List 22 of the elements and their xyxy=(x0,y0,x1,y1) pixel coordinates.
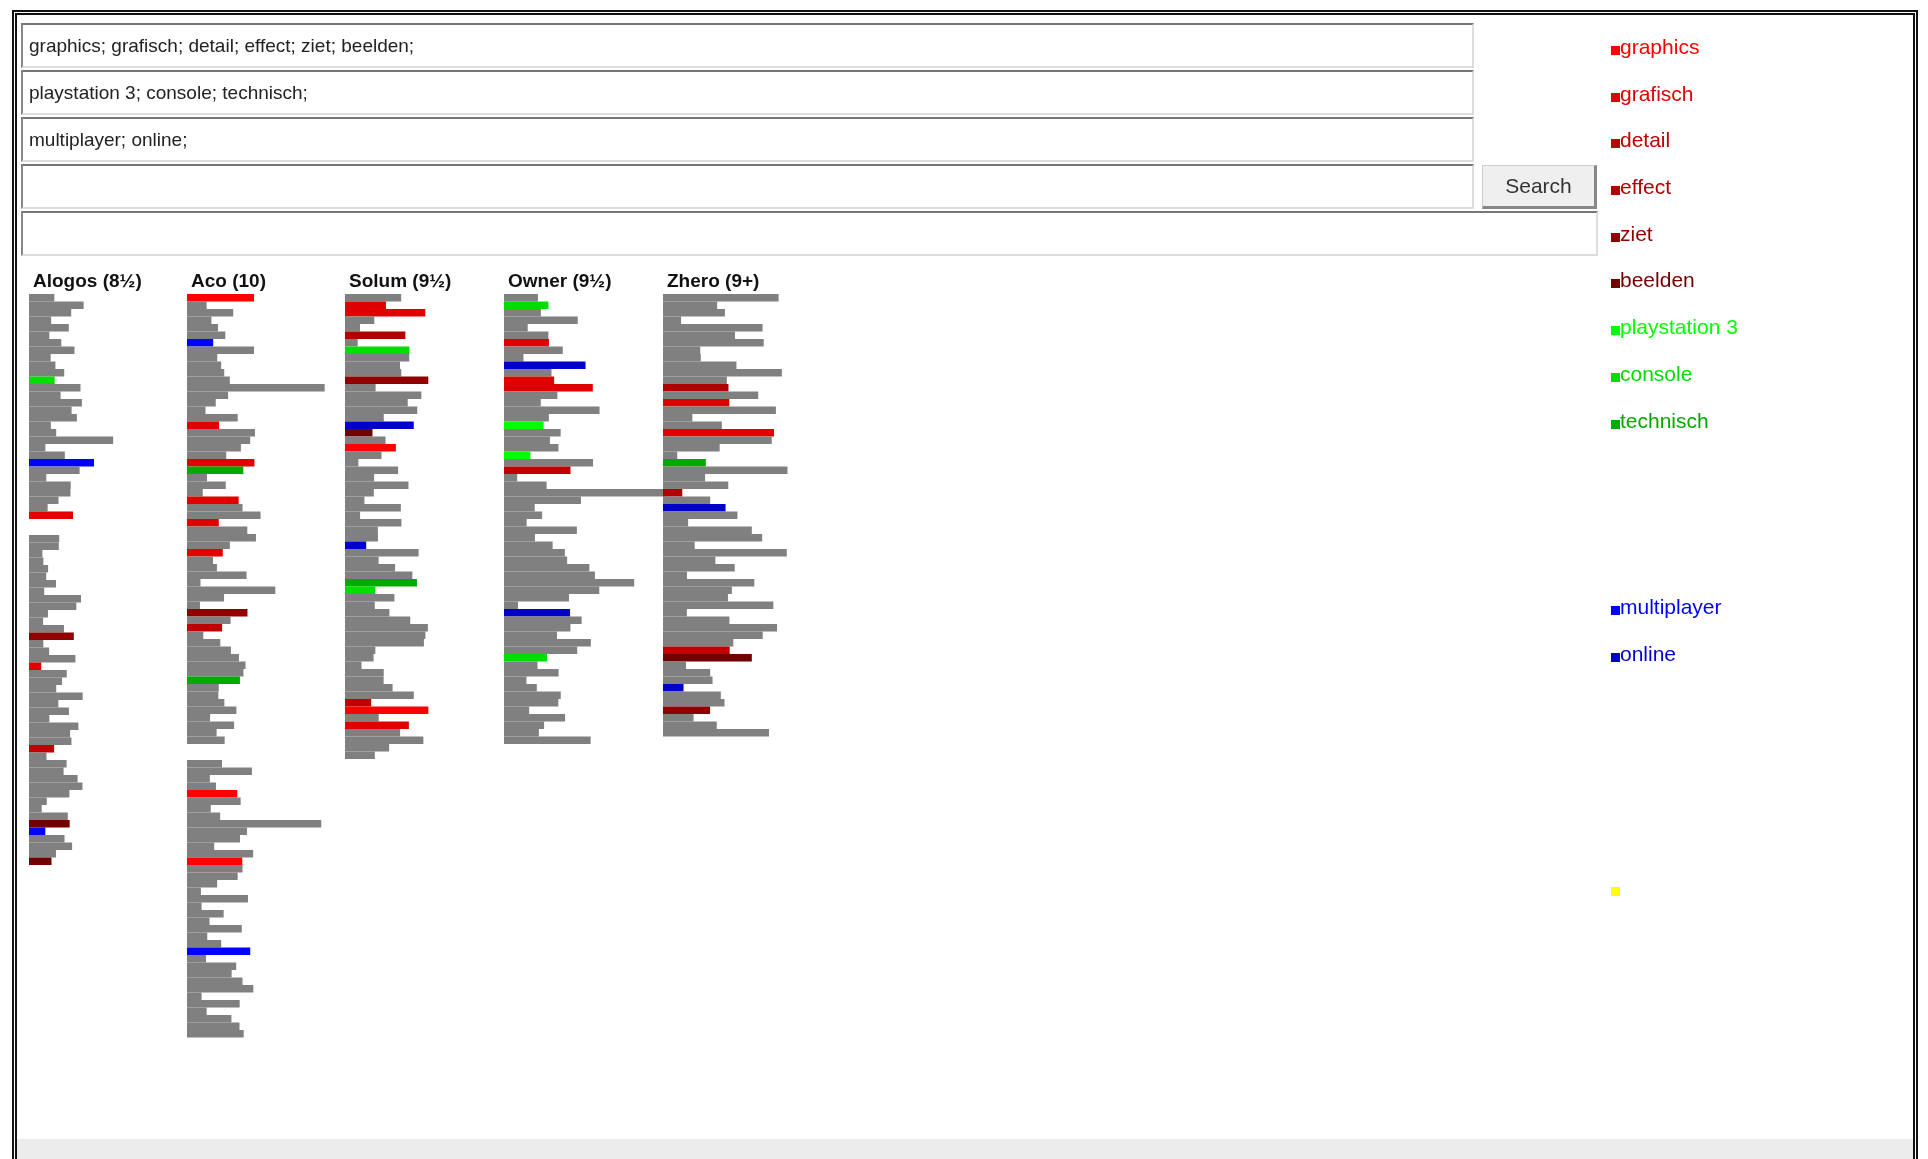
legend-label: graphics xyxy=(1620,35,1700,59)
input-field[interactable] xyxy=(21,164,1474,209)
column-heading: Alogos (8½) xyxy=(32,270,142,292)
legend-label: online xyxy=(1620,641,1677,666)
search-button[interactable]: Search xyxy=(1482,165,1597,209)
legend-label: ziet xyxy=(1620,221,1653,246)
input-field[interactable]: multiplayer; online; xyxy=(21,117,1474,162)
column-heading: Zhero (9+) xyxy=(666,270,760,292)
legend-label: multiplayer xyxy=(1620,595,1722,620)
input-field[interactable]: graphics; grafisch; detail; effect; ziet; beelden; xyxy=(21,23,1474,68)
legend-label: grafisch xyxy=(1620,81,1694,106)
legend-label: effect xyxy=(1620,175,1671,200)
column-heading: Aco (10) xyxy=(190,270,266,292)
input-field[interactable] xyxy=(21,211,1598,256)
legend-label: detail xyxy=(1620,128,1671,153)
column-heading: Owner (9½) xyxy=(507,270,612,292)
legend-label: console xyxy=(1620,361,1693,386)
legend-label: playstation 3 xyxy=(1620,315,1738,340)
legend-label: beelden xyxy=(1620,268,1695,293)
legend-label: technisch xyxy=(1620,408,1709,433)
input-field[interactable]: playstation 3; console; technisch; xyxy=(21,70,1474,115)
column-heading: Solum (9½) xyxy=(348,270,452,292)
